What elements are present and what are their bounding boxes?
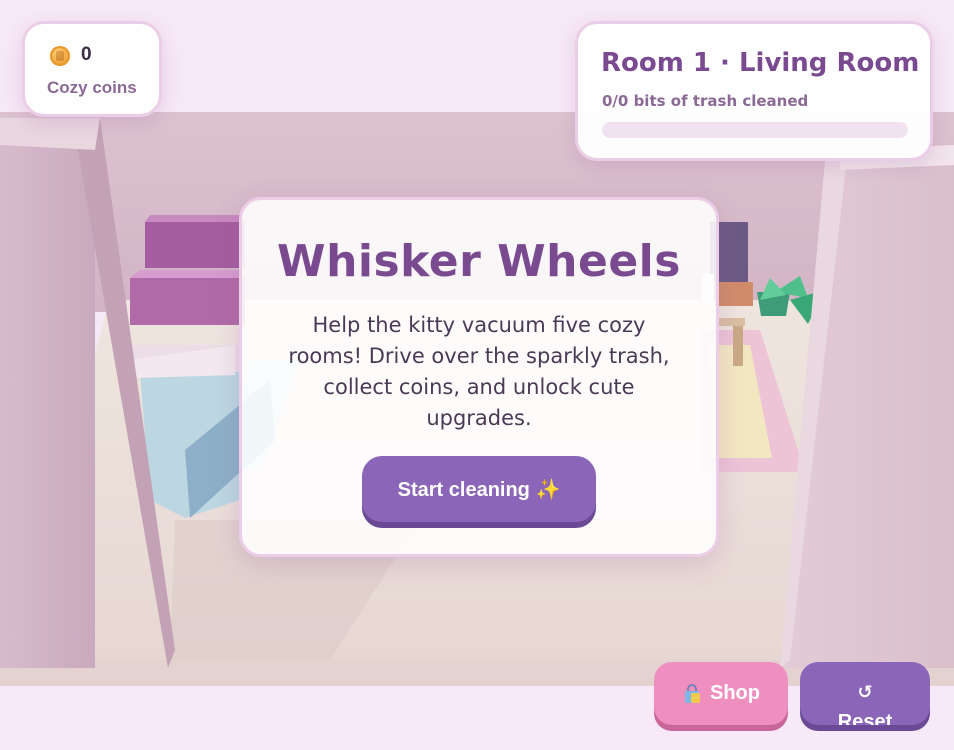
game-description: Help the kitty vacuum five cozy rooms! D…: [288, 313, 670, 430]
coins-panel: 0 Cozy coins: [22, 21, 162, 117]
shelf-top-face: [145, 215, 245, 222]
side-table-leg: [733, 326, 743, 366]
reset-button[interactable]: ↺ Reset: [800, 662, 930, 725]
orange-box: [715, 282, 753, 306]
shelf-top: [145, 222, 245, 268]
shelf-lower-face: [130, 270, 245, 278]
start-cleaning-button[interactable]: Start cleaning ✨: [362, 456, 596, 522]
room-title: Room 1 · Living Room: [601, 48, 920, 78]
coin-icon: [50, 46, 70, 66]
left-near-wall: [0, 120, 95, 668]
coin-label: Cozy coins: [47, 78, 137, 97]
reset-icon: ↺: [857, 682, 873, 703]
room-progress-text: 0/0 bits of trash cleaned: [602, 92, 809, 110]
shop-label: Shop: [710, 682, 760, 704]
shop-button[interactable]: Shop: [654, 662, 788, 725]
left-wall-top: [0, 118, 100, 150]
reset-label: Reset: [837, 711, 893, 725]
shelf-lower: [130, 278, 245, 325]
trash-progress-bar: [602, 122, 908, 138]
intro-card: Whisker Wheels Help the kitty vacuum fiv…: [239, 197, 719, 557]
coin-count: 0: [81, 44, 92, 65]
shopping-bag-icon: [685, 683, 700, 703]
game-title: Whisker Wheels: [277, 236, 681, 287]
room-panel: Room 1 · Living Room 0/0 bits of trash c…: [575, 21, 933, 161]
side-table-top: [715, 318, 745, 326]
